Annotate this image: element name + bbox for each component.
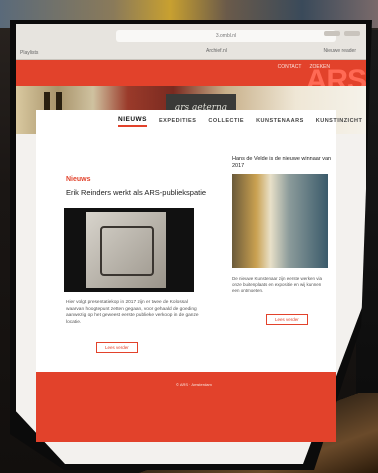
main-nav: Nieuws Expedities Collectie Kunstenaars …: [36, 110, 362, 132]
article-text: Hier volgt presentatiekop in 2017 zijn e…: [66, 300, 199, 325]
window-controls: [324, 31, 360, 36]
bookmark-playlists[interactable]: Playlists: [20, 50, 38, 56]
article-text: De nieuwe Kunstenaar zijn eerste werken …: [232, 276, 323, 293]
bookmark-archive[interactable]: Archief.nl: [206, 48, 227, 54]
nav-item-news[interactable]: Nieuws: [118, 116, 147, 127]
browser-toolbar: 3.ombl.nl Playlists Archief.nl Nieuwe re…: [16, 24, 366, 60]
photo-backdrop: 3.ombl.nl Playlists Archief.nl Nieuwe re…: [0, 0, 378, 473]
address-bar[interactable]: 3.ombl.nl: [116, 30, 336, 42]
nav-item-expeditions[interactable]: Expedities: [159, 118, 196, 124]
article-image[interactable]: [232, 174, 328, 268]
footer-text: © ARS · Amsterdam: [176, 382, 212, 387]
window-control-2[interactable]: [344, 31, 360, 36]
site-header: Contact Zoeken ARS: [16, 60, 366, 97]
read-more-button[interactable]: Lees verder: [96, 342, 138, 353]
nav-item-insight[interactable]: Kunstinzicht: [316, 118, 363, 124]
header-link-contact[interactable]: Contact: [278, 64, 302, 70]
bookmarks-bar: Playlists Archief.nl Nieuwe reader: [16, 46, 366, 60]
article-title[interactable]: Erik Reinders werkt als ARS-publiekspati…: [66, 188, 206, 197]
article-title[interactable]: Hans de Velde is de nieuwe winnaar van 2…: [232, 156, 332, 170]
window-control-1[interactable]: [324, 31, 340, 36]
nav-item-artists[interactable]: Kunstenaars: [256, 118, 304, 124]
section-title: Nieuws: [66, 176, 91, 183]
read-more-button[interactable]: Lees verder: [266, 314, 308, 325]
article-image[interactable]: [64, 208, 194, 292]
article-photo: [86, 212, 166, 288]
nav-item-collection[interactable]: Collectie: [208, 118, 244, 124]
site-footer: © ARS · Amsterdam: [36, 372, 336, 442]
content-panel: Nieuws Erik Reinders werkt als ARS-publi…: [36, 132, 336, 372]
bookmark-reader[interactable]: Nieuwe reader: [323, 48, 356, 54]
